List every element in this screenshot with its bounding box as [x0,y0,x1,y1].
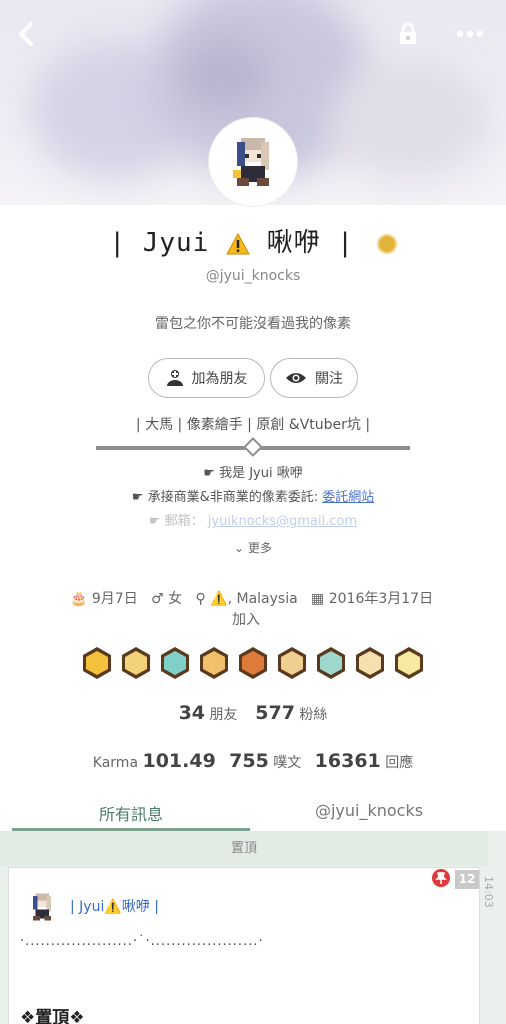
chevron-left-icon [19,22,33,46]
tab-all-messages[interactable]: 所有訊息 [12,795,250,831]
karma-100-badge[interactable] [80,646,114,680]
gender-female-icon: ♂ [151,591,164,607]
location-pin-icon: ⚲ [195,591,206,607]
profile-page: | Jyui 啾咿 | @jyui_knocks 雷包之你不可能沒看過我的像素 … [0,0,506,1024]
show-more-button[interactable]: ⌄ 更多 [0,539,506,556]
post-avatar[interactable] [24,889,60,929]
birthday-value: 9月7日 [91,591,138,607]
add-friend-button[interactable]: 加為朋友 [148,358,265,398]
pin-icon [432,869,450,891]
heart-badge[interactable] [158,646,192,680]
post-pinned-title: ❖置頂❖ [20,1008,85,1024]
profile-name-right: 啾咿 | [266,228,354,258]
profile-avatar[interactable] [209,118,297,206]
karma-value: 101.49 [142,750,216,772]
gender-value: 女 [168,591,183,607]
timeline-tabs: 所有訊息 @jyui_knocks [12,795,488,831]
chat-badge[interactable] [236,646,270,680]
lock-button[interactable] [394,20,422,48]
post-author-name[interactable]: | Jyui⚠️啾咿 | [70,896,159,916]
eye-icon [286,373,306,383]
joined-date-value: 2016年3月17日 [328,591,434,607]
lock-icon [400,22,416,44]
about-line-email: ☛ 郵箱： jyuiknocks@gmail.com [0,510,506,529]
about-line2-text: 承接商業&非商業的像素委託: [147,490,323,505]
follow-label: 關注 [315,371,343,387]
coin-badge[interactable] [392,646,426,680]
replies-count: 16361 [314,750,381,772]
activity-stats: Karma 101.49 755 噗文 16361 回應 [0,750,506,772]
birthday-cake-icon: 🎂 [70,591,88,607]
verified-badge-icon[interactable] [376,233,397,254]
achievement-badges [80,646,426,680]
bone-badge[interactable] [353,646,387,680]
about-line1-text: 我是 Jyui 啾咿 [219,466,303,481]
divider-ornament [243,437,263,457]
profile-name-left: | Jyui [109,228,210,258]
tab-user-posts[interactable]: @jyui_knocks [250,795,488,831]
response-count-badge[interactable]: 12 [455,870,479,889]
pixel-avatar-icon [233,138,269,186]
chevron-down-icon: ⌄ [234,541,245,555]
post-author-right: 啾咿 | [121,899,159,915]
friends-count[interactable]: 34 [179,702,205,724]
timeline-feed: 置頂 [0,831,506,1024]
post-decoration: ‧.....................‧˙‧...............… [20,934,264,949]
back-button[interactable] [12,20,40,48]
pixel-avatar-icon [33,893,51,921]
add-friend-label: 加為朋友 [191,371,248,387]
gift-badge[interactable] [314,646,348,680]
commission-link[interactable]: 委託網站 [322,490,374,505]
eye-pyramid-badge[interactable] [119,646,153,680]
profile-bio: 雷包之你不可能沒看過我的像素 [155,316,351,332]
fans-label: 粉絲 [299,707,328,723]
about-line3-text: 郵箱： [164,514,208,529]
pinned-header: 置頂 [0,831,488,866]
calendar-icon: ▦ [311,591,325,607]
posts-count: 755 [229,750,269,772]
profile-handle: @jyui_knocks [205,268,301,284]
pointing-hand-icon: ☛ [131,490,148,505]
show-more-label: 更多 [247,541,272,555]
more-options-button[interactable] [452,20,488,48]
profile-tags: | 大馬 | 像素繪手 | 原創 &Vtuber坑 | [135,417,371,433]
pencil-badge[interactable] [197,646,231,680]
fans-count[interactable]: 577 [255,702,295,724]
post-time: 14:03 [482,876,495,908]
about-line-intro: ☛ 我是 Jyui 啾咿 [0,462,506,481]
pointing-hand-icon: ☛ [203,466,220,481]
replies-label: 回應 [385,755,414,771]
posts-label: 噗文 [273,755,302,771]
profile-name: | Jyui 啾咿 | [0,222,506,259]
ellipsis-icon [456,30,484,38]
follow-button[interactable]: 關注 [270,358,358,398]
profile-meta: 🎂 9月7日 ♂ 女 ⚲ ⚠️, Malaysia ▦ 2016年3月17日 加… [70,589,450,631]
add-person-icon [166,370,183,386]
email-link[interactable]: jyuiknocks@gmail.com [208,514,357,529]
pointing-hand-icon: ☛ [148,514,165,529]
friends-label: 朋友 [209,707,238,723]
location-warning-icon: ⚠️ [210,591,228,607]
warning-icon: ⚠️ [104,899,122,915]
karma-label: Karma [92,755,139,771]
warning-icon [226,232,250,254]
person-badge[interactable] [275,646,309,680]
post-author-left: | Jyui [70,899,105,915]
location-value: , Malaysia [227,591,298,607]
about-line-commission: ☛ 承接商業&非商業的像素委託: 委託網站 [0,486,506,505]
joined-label: 加入 [232,612,260,628]
social-stats: 34 朋友 577 粉絲 [0,702,506,724]
